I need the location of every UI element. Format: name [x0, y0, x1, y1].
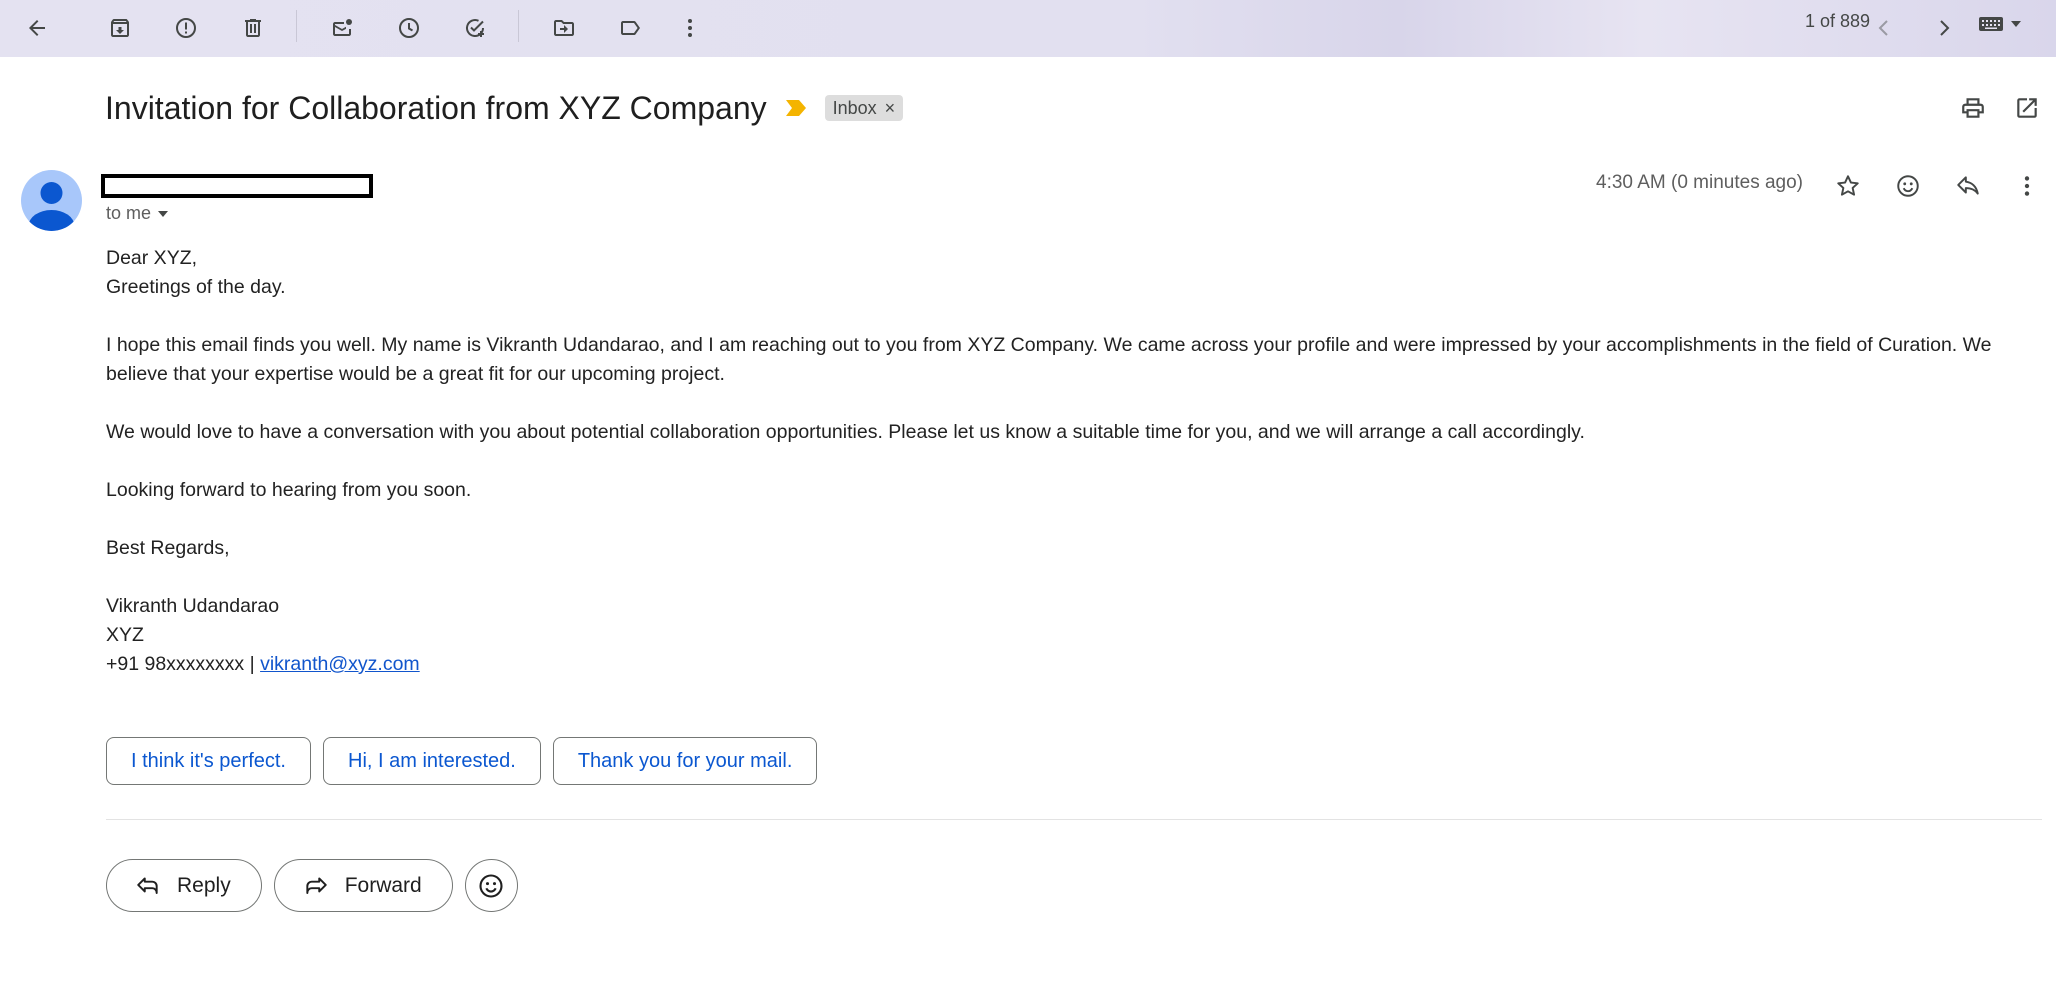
forward-icon — [306, 876, 327, 894]
signature-contact: +91 98xxxxxxxx | vikranth@xyz.com — [106, 650, 2006, 679]
label-chip-inbox: Inbox × — [824, 95, 904, 121]
toolbar-divider — [518, 10, 519, 42]
sender-name-redacted — [101, 174, 373, 198]
smart-reply-2[interactable]: Hi, I am interested. — [323, 737, 541, 785]
recipient-text: to me — [106, 203, 152, 223]
star-icon[interactable] — [1826, 164, 1870, 208]
reply-button[interactable]: Reply — [106, 859, 262, 912]
message-timestamp: 4:30 AM (0 minutes ago) — [1596, 172, 1803, 193]
open-in-new-window-icon[interactable] — [2005, 86, 2049, 130]
keyboard-icon — [1979, 17, 2003, 31]
input-tools-button[interactable] — [1978, 11, 2038, 37]
message-divider — [106, 819, 2042, 820]
body-paragraph-2: We would love to have a conversation wit… — [106, 421, 1585, 443]
more-vert-icon[interactable] — [668, 6, 712, 50]
email-body: Dear XYZ, Greetings of the day. I hope t… — [106, 244, 2006, 679]
signature-phone: +91 98xxxxxxxx | — [106, 653, 261, 675]
archive-icon[interactable] — [98, 6, 142, 50]
subject-row: Invitation for Collaboration from XYZ Co… — [105, 85, 904, 131]
remove-label-icon[interactable]: × — [885, 98, 896, 119]
signature-name: Vikranth Udandarao — [106, 595, 280, 617]
greeting-line-2: Greetings of the day. — [106, 276, 286, 298]
forward-button-label: Forward — [344, 873, 422, 897]
sender-avatar[interactable] — [21, 170, 82, 231]
conversation-toolbar: 1 of 889 — [0, 0, 2056, 57]
snooze-icon[interactable] — [387, 6, 431, 50]
smart-replies: I think it's perfect. Hi, I am intereste… — [106, 737, 818, 785]
greeting-line: Dear XYZ, — [106, 247, 198, 269]
smart-reply-3[interactable]: Thank you for your mail. — [552, 737, 818, 785]
newer-chevron-icon[interactable] — [1862, 6, 1906, 50]
smart-reply-1[interactable]: I think it's perfect. — [106, 737, 311, 785]
signature-company: XYZ — [106, 624, 144, 646]
reply-icon[interactable] — [1946, 164, 1990, 208]
add-reaction-icon[interactable] — [1886, 164, 1930, 208]
dropdown-caret-icon — [158, 210, 169, 217]
emoji-icon — [479, 873, 503, 898]
delete-icon[interactable] — [231, 6, 275, 50]
report-spam-icon[interactable] — [164, 6, 208, 50]
older-chevron-icon[interactable] — [1922, 6, 1966, 50]
more-vert-icon[interactable] — [2005, 164, 2049, 208]
body-paragraph-3: Looking forward to hearing from you soon… — [106, 479, 472, 501]
important-marker-icon[interactable] — [785, 99, 807, 117]
message-actions: Reply Forward — [106, 859, 518, 912]
add-task-icon[interactable] — [453, 6, 497, 50]
label-icon[interactable] — [608, 6, 652, 50]
reply-button-label: Reply — [177, 873, 231, 897]
body-paragraph-1: I hope this email finds you well. My nam… — [106, 334, 1992, 385]
signature-email-link[interactable]: vikranth@xyz.com — [260, 653, 420, 675]
toolbar-divider — [296, 10, 297, 42]
mark-unread-icon[interactable] — [320, 6, 364, 50]
forward-button[interactable]: Forward — [273, 859, 453, 912]
move-to-icon[interactable] — [542, 6, 586, 50]
signoff-line: Best Regards, — [106, 537, 230, 559]
dropdown-caret-icon — [2011, 21, 2021, 27]
message-counter: 1 of 889 — [1804, 11, 1870, 31]
emoji-reaction-button[interactable] — [464, 859, 518, 912]
label-chip-text: Inbox — [832, 97, 877, 118]
email-subject: Invitation for Collaboration from XYZ Co… — [105, 90, 767, 126]
back-arrow-icon[interactable] — [15, 6, 59, 50]
print-icon[interactable] — [1951, 86, 1995, 130]
recipient-details-toggle[interactable]: to me — [106, 203, 169, 224]
reply-icon — [137, 876, 158, 894]
